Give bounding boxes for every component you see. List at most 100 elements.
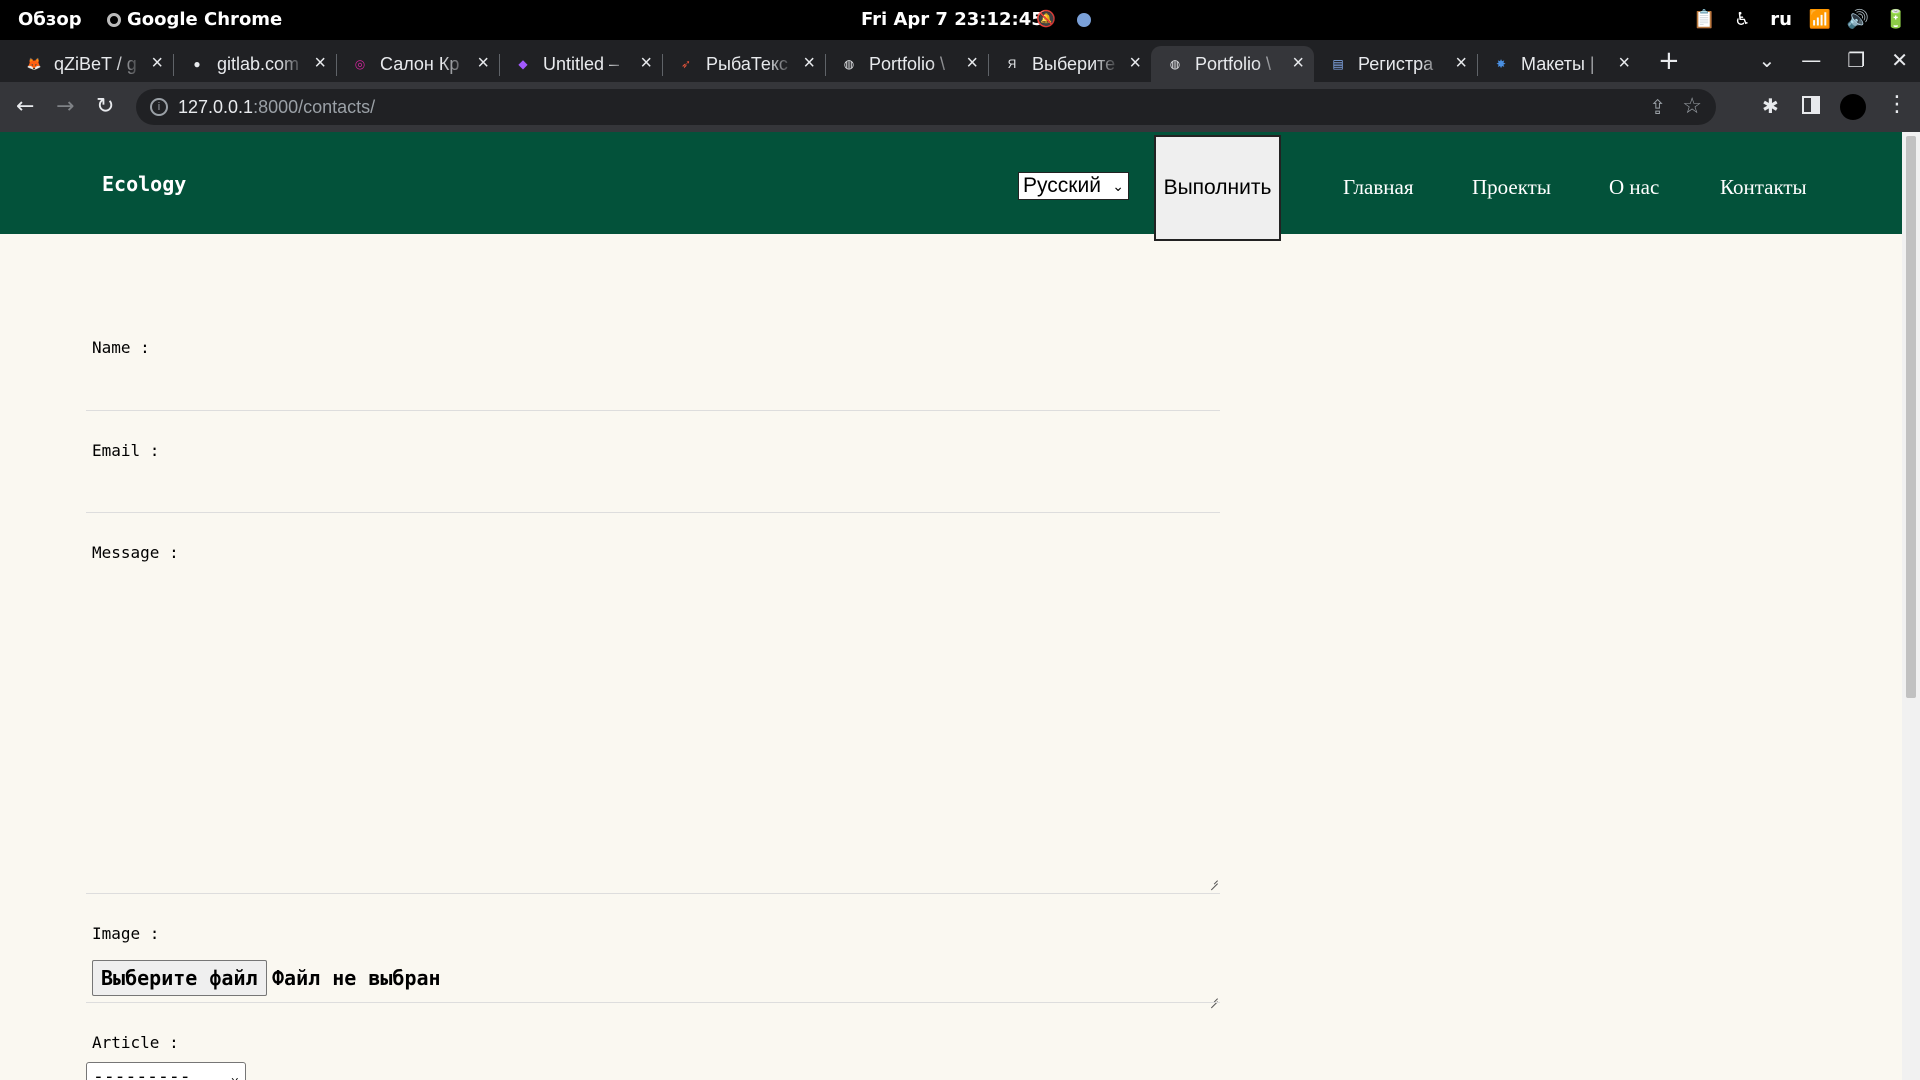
globe-icon: ◍ xyxy=(843,57,855,71)
browser-tab[interactable]: ◎ Салон Кр × xyxy=(336,46,499,82)
figma-icon: ◆ xyxy=(518,57,528,71)
name-label: Name : xyxy=(92,338,150,357)
close-tab-icon[interactable]: × xyxy=(1455,52,1467,75)
nav-home[interactable]: Главная xyxy=(1343,175,1414,200)
status-indicator-icon xyxy=(1077,13,1091,27)
close-tab-icon[interactable]: × xyxy=(314,52,326,75)
star-logo-icon: ✸ xyxy=(1495,57,1507,71)
site-logo[interactable]: Ecology xyxy=(102,172,186,196)
close-tab-icon[interactable]: × xyxy=(1129,52,1141,75)
clock[interactable]: Fri Apr 7 23:12:45 xyxy=(861,9,1044,30)
accessibility-icon[interactable]: ♿ xyxy=(1732,9,1752,30)
tab-title: qZiBeT / g xyxy=(54,53,137,74)
new-tab-button[interactable]: + xyxy=(1658,46,1680,76)
forward-button[interactable]: → xyxy=(56,94,74,119)
volume-icon: 🔊 xyxy=(1846,9,1870,30)
tab-title: gitlab.com xyxy=(217,53,300,74)
choose-file-button[interactable]: Выберите файл xyxy=(92,960,267,996)
chevron-down-icon: ⌄ xyxy=(230,1069,239,1080)
instagram-icon: ◎ xyxy=(354,57,366,71)
image-resize-handle[interactable] xyxy=(1208,992,1218,1002)
name-field[interactable] xyxy=(86,410,1220,411)
browser-toolbar: ← → ↻ i 127.0.0.1:8000/contacts/ ⇪ ☆ ✱ ⋮ xyxy=(0,82,1920,132)
battery-icon: 🔋 xyxy=(1884,9,1908,30)
language-select[interactable]: Русский ⌄ xyxy=(1018,172,1129,200)
system-tray[interactable]: 📋 ♿ ru 📶 🔊 🔋 xyxy=(1693,9,1908,30)
clipboard-icon[interactable]: 📋 xyxy=(1693,9,1715,30)
github-icon: ● xyxy=(193,57,201,71)
email-label: Email : xyxy=(92,441,160,460)
email-field[interactable] xyxy=(86,512,1220,513)
notifications-muted-icon: 🔕 xyxy=(1036,9,1056,28)
tab-search-icon[interactable]: ⌄ xyxy=(1759,48,1776,72)
wifi-icon: 📶 xyxy=(1808,9,1832,30)
reload-button[interactable]: ↻ xyxy=(96,94,114,119)
scrollbar-thumb[interactable] xyxy=(1906,136,1916,698)
window-controls: ⌄ — ❐ ✕ xyxy=(1759,48,1908,72)
fish-icon: ➶ xyxy=(680,57,692,71)
close-tab-icon[interactable]: × xyxy=(477,52,489,75)
browser-tab[interactable]: 🦊 qZiBeT / g × xyxy=(10,46,173,82)
close-tab-icon[interactable]: × xyxy=(803,52,815,75)
browser-tab[interactable]: Я Выберите × xyxy=(988,46,1151,82)
image-label: Image : xyxy=(92,924,160,943)
message-textarea[interactable] xyxy=(86,893,1220,894)
share-icon[interactable]: ⇪ xyxy=(1649,95,1666,120)
tab-title: Регистра xyxy=(1358,53,1434,74)
close-tab-icon[interactable]: × xyxy=(151,52,163,75)
nav-about[interactable]: О нас xyxy=(1609,175,1659,200)
app-menu[interactable]: Google Chrome xyxy=(107,9,282,30)
chrome-menu-icon[interactable]: ⋮ xyxy=(1886,92,1908,117)
browser-tab[interactable]: ◆ Untitled – × xyxy=(499,46,662,82)
file-status: Файл не выбран xyxy=(272,966,441,990)
nav-contacts[interactable]: Контакты xyxy=(1720,175,1807,200)
url-text: 127.0.0.1:8000/contacts/ xyxy=(178,97,375,118)
system-top-bar: Обзор Google Chrome Fri Apr 7 23:12:45 🔕… xyxy=(0,0,1920,40)
globe-icon: ◍ xyxy=(1169,57,1181,71)
app-name: Google Chrome xyxy=(127,9,283,30)
back-button[interactable]: ← xyxy=(16,94,34,119)
doc-icon: ▤ xyxy=(1332,57,1344,71)
maximize-button[interactable]: ❐ xyxy=(1847,48,1865,72)
close-tab-icon[interactable]: × xyxy=(1292,52,1304,75)
article-selected: --------- xyxy=(93,1066,191,1080)
profile-avatar[interactable] xyxy=(1840,94,1866,120)
tab-strip: + ⌄ — ❐ ✕ 🦊 qZiBeT / g × ● gitlab.com × ◎ Салон… xyxy=(0,40,1920,82)
address-bar[interactable]: i 127.0.0.1:8000/contacts/ ⇪ ☆ xyxy=(136,89,1716,125)
url-host: 127.0.0.1 xyxy=(178,97,254,117)
browser-tab[interactable]: ● gitlab.com × xyxy=(173,46,336,82)
tab-title: Portfolio \ xyxy=(1195,53,1272,74)
image-field[interactable] xyxy=(86,1002,1220,1003)
submit-language-button[interactable]: Выполнить xyxy=(1154,135,1281,241)
tab-title: Макеты | xyxy=(1521,53,1595,74)
side-panel-icon[interactable] xyxy=(1802,96,1820,114)
article-select[interactable]: --------- ⌄ xyxy=(86,1062,246,1080)
site-header: Ecology Русский ⌄ Выполнить Главная Прое… xyxy=(0,132,1902,241)
nav-projects[interactable]: Проекты xyxy=(1472,175,1551,200)
close-tab-icon[interactable]: × xyxy=(640,52,652,75)
browser-tab[interactable]: ◍ Portfolio \ × xyxy=(1151,46,1314,82)
extensions-icon[interactable]: ✱ xyxy=(1762,94,1779,118)
minimize-button[interactable]: — xyxy=(1801,48,1821,72)
page-viewport: Ecology Русский ⌄ Выполнить Главная Прое… xyxy=(0,132,1902,1080)
page-scrollbar[interactable] xyxy=(1902,132,1920,1080)
close-tab-icon[interactable]: × xyxy=(966,52,978,75)
browser-tab[interactable]: ◍ Portfolio \ × xyxy=(825,46,988,82)
site-info-icon[interactable]: i xyxy=(150,98,168,116)
close-window-button[interactable]: ✕ xyxy=(1891,48,1908,72)
activities-button[interactable]: Обзор xyxy=(18,9,82,30)
tab-title: Выберите xyxy=(1032,53,1116,74)
chevron-down-icon: ⌄ xyxy=(1112,178,1124,194)
browser-tab[interactable]: ✸ Макеты | × xyxy=(1477,46,1640,82)
tab-title: РыбаТекс xyxy=(706,53,788,74)
message-resize-handle[interactable] xyxy=(1208,874,1218,884)
chrome-icon xyxy=(107,12,121,27)
bookmark-star-icon[interactable]: ☆ xyxy=(1682,93,1702,119)
message-label: Message : xyxy=(92,543,179,562)
keyboard-layout[interactable]: ru xyxy=(1770,9,1792,30)
browser-tab[interactable]: ➶ РыбаТекс × xyxy=(662,46,825,82)
close-tab-icon[interactable]: × xyxy=(1618,52,1630,75)
browser-tab[interactable]: ▤ Регистра × xyxy=(1314,46,1477,82)
tab-title: Untitled – xyxy=(543,53,620,74)
article-label: Article : xyxy=(92,1033,179,1052)
